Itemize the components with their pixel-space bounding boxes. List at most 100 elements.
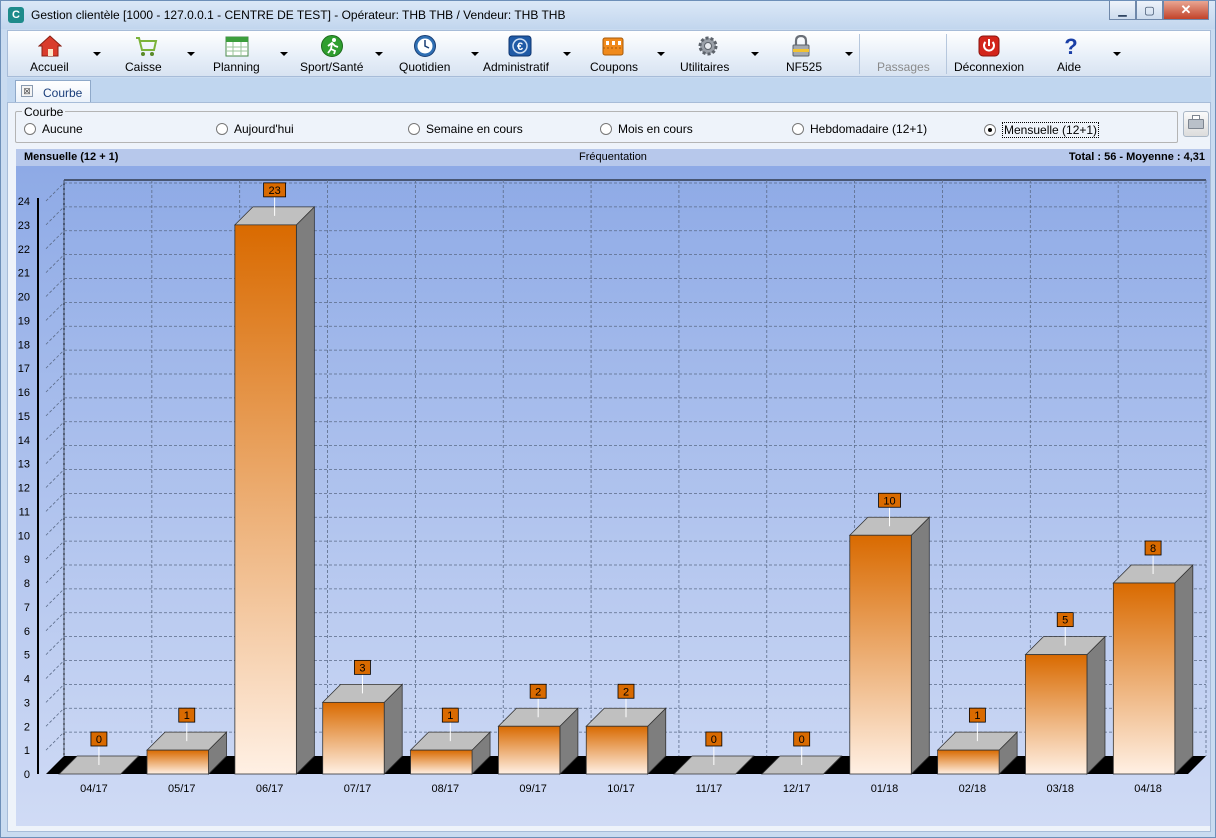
y-tick-label: 23 [18, 220, 30, 232]
radio-button[interactable] [408, 123, 420, 135]
y-tick-label: 3 [24, 697, 30, 709]
bar-side-face [1086, 635, 1106, 775]
bar-front-face [937, 749, 1000, 775]
utilitaires-dropdown-arrow[interactable] [751, 52, 759, 56]
radio-button[interactable] [24, 123, 36, 135]
bar-01/18: 10 01/18 [848, 492, 931, 795]
aide-dropdown-arrow[interactable] [1113, 52, 1121, 56]
planning-dropdown-arrow[interactable] [280, 52, 288, 56]
data-label: 2 [623, 686, 629, 698]
chart-totals: Total : 56 - Moyenne : 4,31 [1068, 151, 1205, 163]
y-tick-label: 20 [18, 292, 30, 304]
nf525-dropdown-arrow[interactable] [845, 52, 853, 56]
bar-06/17: 23 06/17 [233, 182, 316, 795]
tab-close-icon[interactable]: ⊠ [21, 85, 33, 97]
bar-front-face [1112, 582, 1176, 775]
toolbar-sport-sante[interactable]: Sport/Santé [298, 31, 394, 76]
toolbar-label-nf525: NF525 [786, 60, 823, 74]
administratif-dropdown-arrow[interactable] [563, 52, 571, 56]
toolbar-label-administratif: Administratif [483, 60, 550, 74]
window-controls: ▁ ▢ ✕ [1109, 1, 1209, 21]
toolbar-label-caisse: Caisse [125, 60, 162, 74]
x-tick-label: 12/17 [783, 783, 811, 795]
close-button[interactable]: ✕ [1163, 1, 1209, 20]
bar-front-face [585, 725, 649, 775]
chart-period-label: Mensuelle (12 + 1) [24, 151, 119, 163]
toolbar-label-passages: Passages [877, 60, 930, 74]
x-tick-label: 10/17 [607, 783, 635, 795]
data-label: 0 [711, 734, 717, 746]
radio-semaine-en-cours[interactable]: Semaine en cours [408, 122, 523, 136]
x-tick-label: 09/17 [519, 783, 547, 795]
radio-mois-en-cours[interactable]: Mois en cours [600, 122, 693, 136]
y-tick-label: 22 [18, 244, 30, 256]
x-tick-label: 04/18 [1134, 783, 1162, 795]
toolbar-utilitaires[interactable]: Utilitaires [672, 31, 766, 76]
lock-icon [792, 35, 810, 57]
y-tick-label: 24 [18, 196, 30, 208]
y-tick-label: 7 [24, 602, 30, 614]
y-tick-label: 8 [24, 578, 30, 590]
toolbar-planning[interactable]: Planning [208, 31, 302, 76]
toolbar-coupons[interactable]: Coupons [582, 31, 672, 76]
radio-aucune[interactable]: Aucune [24, 122, 83, 136]
radio-button[interactable] [216, 123, 228, 135]
quotidien-dropdown-arrow[interactable] [471, 52, 479, 56]
toolbar-accueil[interactable]: Accueil [18, 31, 114, 76]
content-panel: Courbe Aucune Aujourd'hui Semaine en cou… [7, 102, 1211, 832]
radio-label: Aucune [42, 122, 83, 136]
x-tick-label: 07/17 [344, 783, 372, 795]
radio-button[interactable] [600, 123, 612, 135]
y-tick-label: 2 [24, 721, 30, 733]
y-tick-label: 12 [18, 483, 30, 495]
data-label: 5 [1062, 615, 1068, 627]
radio-label: Aujourd'hui [234, 122, 294, 136]
accueil-dropdown-arrow[interactable] [93, 52, 101, 56]
radio-hebdomadaire[interactable]: Hebdomadaire (12+1) [792, 122, 927, 136]
bar-04/18: 8 04/18 [1112, 540, 1194, 795]
radio-button-selected[interactable] [984, 124, 996, 136]
tab-label: Courbe [43, 86, 83, 100]
toolbar-administratif[interactable]: € Administratif [482, 31, 582, 76]
window-title: Gestion clientèle [1000 - 127.0.0.1 - CE… [31, 8, 566, 22]
print-button[interactable] [1183, 111, 1209, 137]
app-window: C Gestion clientèle [1000 - 127.0.0.1 - … [0, 0, 1216, 838]
maximize-button[interactable]: ▢ [1136, 1, 1163, 20]
radio-label: Mensuelle (12+1) [1002, 122, 1100, 138]
coupons-dropdown-arrow[interactable] [657, 52, 665, 56]
data-label: 1 [974, 710, 980, 722]
toolbar-aide[interactable]: ? Aide [1038, 31, 1122, 76]
radio-button[interactable] [792, 123, 804, 135]
toolbar-caisse[interactable]: Caisse [114, 31, 208, 76]
toolbar-label-utilitaires: Utilitaires [680, 60, 730, 74]
y-tick-label: 9 [24, 554, 30, 566]
radio-mensuelle[interactable]: Mensuelle (12+1) [984, 122, 1100, 138]
home-icon [38, 35, 62, 57]
toolbar-label-accueil: Accueil [30, 60, 69, 74]
euro-icon: € [508, 35, 532, 57]
printer-icon [1188, 119, 1204, 129]
x-tick-label: 03/18 [1046, 783, 1074, 795]
bar-chart: 0123456789101112131415161718192021222324… [16, 166, 1210, 826]
main-toolbar: Accueil Caisse Planning Sport/Santé Quot… [7, 30, 1211, 77]
radio-label: Hebdomadaire (12+1) [810, 122, 928, 136]
toolbar-quotidien[interactable]: Quotidien [392, 31, 488, 76]
chart-title: Fréquentation [579, 151, 647, 163]
bar-front-face [849, 534, 912, 775]
toolbar-nf525[interactable]: NF525 [766, 31, 858, 76]
y-tick-label: 21 [18, 268, 30, 280]
y-tick-label: 15 [18, 411, 30, 423]
sport-sante-dropdown-arrow[interactable] [375, 52, 383, 56]
toolbar-label-quotidien: Quotidien [399, 60, 451, 74]
y-tick-label: 5 [24, 650, 30, 662]
caisse-dropdown-arrow[interactable] [187, 52, 195, 56]
title-bar: C Gestion clientèle [1000 - 127.0.0.1 - … [1, 1, 1215, 29]
toolbar-passages[interactable]: Passages [860, 31, 946, 76]
toolbar-deconnexion[interactable]: Déconnexion [947, 31, 1037, 76]
radio-aujourdhui[interactable]: Aujourd'hui [216, 122, 294, 136]
bar-front-face [498, 725, 561, 775]
minimize-button[interactable]: ▁ [1109, 1, 1136, 20]
tab-courbe[interactable]: ⊠ Courbe [15, 80, 91, 103]
data-label: 2 [535, 686, 541, 698]
x-tick-label: 08/17 [432, 783, 460, 795]
